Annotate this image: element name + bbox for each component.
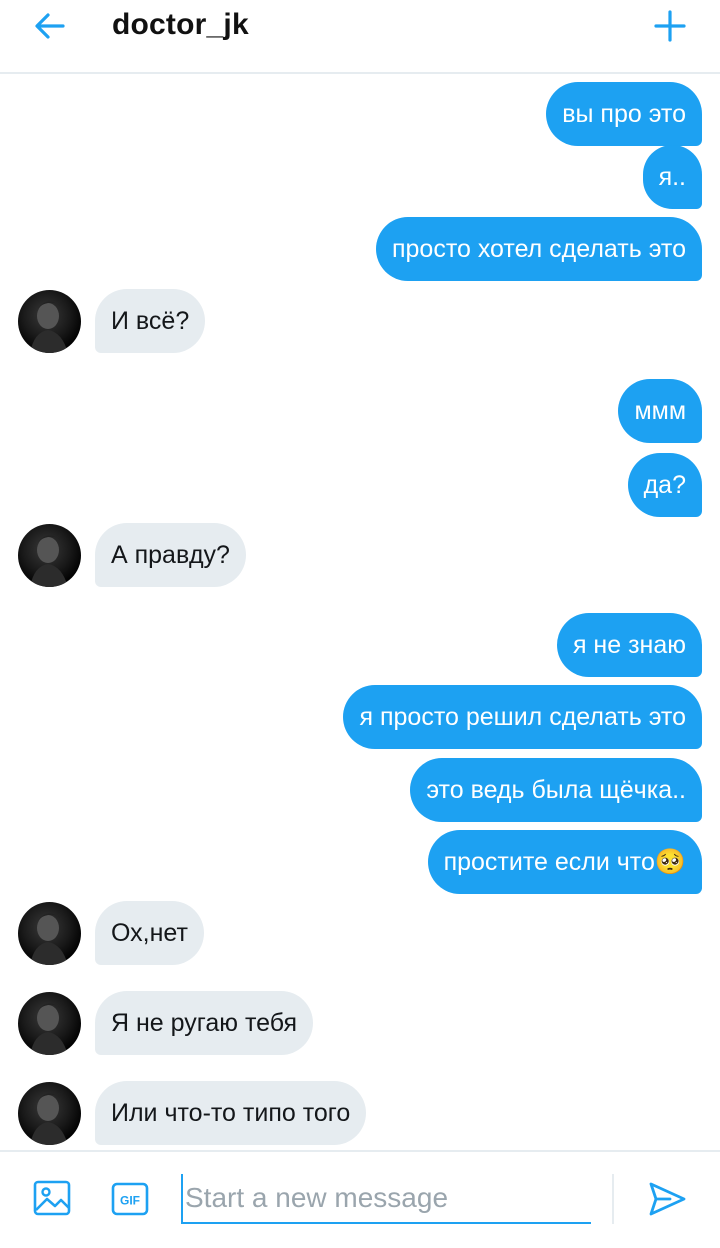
message-bubble-received[interactable]: Ох,нет	[95, 901, 204, 965]
message-bubble-received[interactable]: И всё?	[95, 289, 206, 353]
avatar[interactable]	[18, 902, 81, 965]
send-icon	[649, 1182, 686, 1216]
add-gif-button[interactable]: GIF	[110, 1180, 150, 1218]
message-bubble-sent[interactable]: я..	[642, 145, 702, 209]
send-button[interactable]	[646, 1178, 688, 1220]
avatar-photo	[30, 301, 68, 353]
image-icon	[33, 1180, 71, 1216]
back-button[interactable]	[30, 6, 70, 46]
message-bubble-sent[interactable]: вы про это	[546, 82, 702, 146]
message-bubble-sent[interactable]: да?	[627, 453, 702, 517]
message-bubble-sent[interactable]: просто хотел сделать это	[375, 217, 702, 281]
avatar[interactable]	[18, 290, 81, 353]
arrow-left-icon	[35, 13, 65, 39]
avatar-photo	[30, 535, 68, 587]
message-bubble-sent[interactable]: я не знаю	[556, 613, 702, 677]
avatar[interactable]	[18, 524, 81, 587]
message-bubble-sent[interactable]: это ведь была щёчка..	[410, 758, 702, 822]
plus-icon	[654, 10, 686, 42]
conversation-title[interactable]: doctor_jk	[112, 8, 249, 42]
avatar[interactable]	[18, 992, 81, 1055]
message-bubble-sent[interactable]: я просто решил сделать это	[343, 685, 702, 749]
message-list[interactable]: вы про это я.. просто хотел сделать это …	[0, 76, 720, 1150]
message-input[interactable]	[181, 1174, 591, 1222]
dm-conversation-screen: doctor_jk вы про это я.. просто хотел сд…	[0, 0, 720, 1248]
avatar-photo	[30, 913, 68, 965]
message-bubble-sent[interactable]: простите если что🥺	[427, 830, 702, 894]
message-bubble-sent[interactable]: ммм	[618, 379, 702, 443]
gif-icon: GIF	[111, 1182, 149, 1216]
message-bubble-received[interactable]: Или что-то типо того	[95, 1081, 367, 1145]
avatar-photo	[30, 1093, 68, 1145]
avatar-photo	[30, 1003, 68, 1055]
add-button[interactable]	[650, 6, 690, 46]
gif-label: GIF	[120, 1194, 140, 1208]
message-composer: GIF	[0, 1150, 720, 1248]
message-bubble-received[interactable]: А правду?	[95, 523, 246, 587]
message-input-wrapper	[181, 1174, 591, 1224]
add-image-button[interactable]	[32, 1178, 72, 1218]
composer-divider	[612, 1174, 614, 1224]
message-bubble-received[interactable]: Я не ругаю тебя	[95, 991, 314, 1055]
conversation-header: doctor_jk	[0, 0, 720, 74]
avatar[interactable]	[18, 1082, 81, 1145]
